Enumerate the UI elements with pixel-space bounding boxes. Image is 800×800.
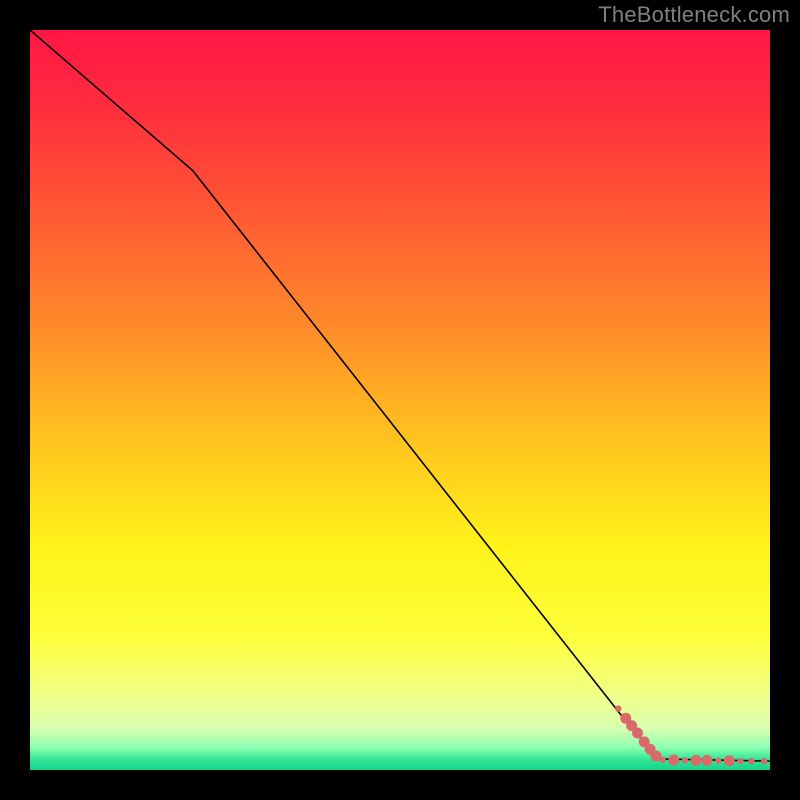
data-marker: [668, 755, 679, 766]
chart-svg: [30, 30, 770, 770]
data-marker: [615, 705, 621, 711]
plot-area: [30, 30, 770, 770]
data-marker: [737, 758, 743, 764]
data-marker: [702, 755, 713, 766]
chart-wrapper: TheBottleneck.com: [0, 0, 800, 800]
data-marker: [632, 728, 643, 739]
data-marker: [660, 756, 666, 762]
attribution-text: TheBottleneck.com: [598, 2, 790, 28]
data-marker: [715, 758, 721, 764]
data-marker: [748, 758, 754, 764]
data-marker: [761, 758, 767, 764]
data-marker: [724, 755, 735, 766]
data-marker: [682, 757, 688, 763]
data-marker: [691, 755, 702, 766]
gradient-background: [30, 30, 770, 770]
